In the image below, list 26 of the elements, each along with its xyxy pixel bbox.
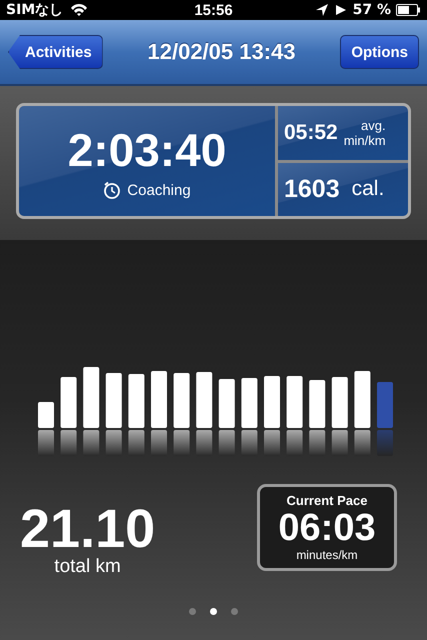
duration-value: 2:03:40 <box>68 123 226 177</box>
back-button[interactable]: Activities <box>8 35 103 69</box>
options-button[interactable]: Options <box>340 35 419 69</box>
average-pace-value: 05:52 <box>284 120 338 145</box>
average-label: avg. <box>361 118 386 133</box>
play-icon <box>334 3 348 17</box>
wifi-icon <box>69 3 90 17</box>
page-dot[interactable] <box>231 608 238 615</box>
battery-percent: 57 % <box>352 2 391 18</box>
carrier-name: SIMなし <box>6 1 64 19</box>
pace-unit: min/km <box>344 132 386 148</box>
stopwatch-icon <box>103 181 122 199</box>
calories-unit: cal. <box>352 177 384 202</box>
clock-time: 15:56 <box>194 2 233 18</box>
calories-value: 1603 <box>284 174 340 204</box>
location-arrow-icon <box>314 3 329 17</box>
distance-value: 21.10 <box>20 502 156 556</box>
coaching-label: Coaching <box>127 182 191 198</box>
current-pace-title: Current Pace <box>286 493 368 508</box>
current-pace-unit: minutes/km <box>296 548 358 562</box>
navigation-title: 12/02/05 13:43 <box>148 39 296 65</box>
battery-icon <box>396 4 421 16</box>
distance-unit: total km <box>54 556 121 578</box>
page-dot[interactable] <box>210 608 217 615</box>
current-pace-value: 06:03 <box>278 508 376 548</box>
page-dot[interactable] <box>189 608 196 615</box>
